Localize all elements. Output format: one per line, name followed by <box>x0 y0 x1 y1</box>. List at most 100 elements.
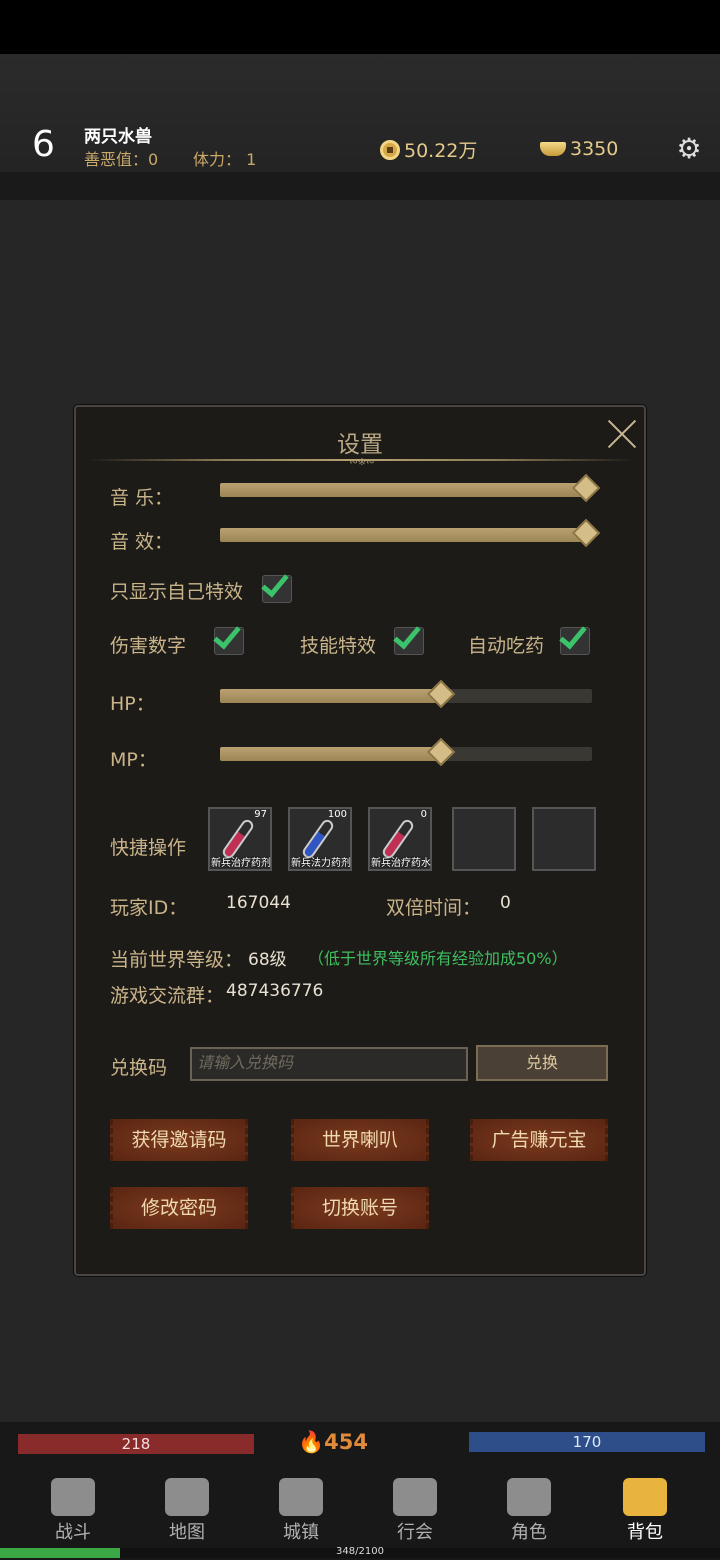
ad-earn-gold-button[interactable]: 广告赚元宝 <box>470 1119 608 1161</box>
xp-bar: 348/2100 <box>0 1546 720 1558</box>
header-shadow <box>0 172 720 200</box>
xp-text: 348/2100 <box>336 1546 384 1557</box>
book-map-icon <box>165 1478 209 1516</box>
only-self-effects-checkbox[interactable] <box>261 568 292 603</box>
close-icon[interactable] <box>606 417 638 449</box>
character-icon <box>507 1478 551 1516</box>
quick-slot-3[interactable]: 0 新兵治疗药水 <box>368 807 432 871</box>
quick-slot-1[interactable]: 97 新兵治疗药剂 <box>208 807 272 871</box>
checkmark-icon <box>559 620 587 650</box>
player-name: 两只水兽 <box>84 127 152 147</box>
combat-power-value: 454 <box>324 1430 368 1454</box>
checkmark-icon <box>261 568 289 598</box>
backpack-icon <box>623 1478 667 1516</box>
get-invite-code-button[interactable]: 获得邀请码 <box>110 1119 248 1161</box>
nav-town[interactable]: 城镇 <box>256 1478 346 1544</box>
nav-guild[interactable]: 行会 <box>370 1478 460 1544</box>
redeem-label: 兑换码 <box>110 1057 168 1079</box>
hp-slider-thumb[interactable] <box>426 679 456 709</box>
damage-numbers-label: 伤害数字 <box>110 635 187 657</box>
group-label: 游戏交流群： <box>110 985 225 1007</box>
music-slider-thumb[interactable] <box>571 473 601 503</box>
music-slider[interactable] <box>220 473 601 503</box>
crossed-swords-icon <box>51 1478 95 1516</box>
mp-threshold-label: MP： <box>110 749 157 771</box>
town-icon <box>279 1478 323 1516</box>
mp-slider-thumb[interactable] <box>426 737 456 767</box>
coin-display: 50.22万 <box>380 136 477 163</box>
checkmark-icon <box>393 620 421 650</box>
quick-slot-4[interactable] <box>452 807 516 871</box>
settings-panel: 设置 ∾※∾ 音 乐： 音 效： 只显示自己特效 伤害数字 技能特效 自动吃药 … <box>74 405 646 1276</box>
quick-slot-2[interactable]: 100 新兵法力药剂 <box>288 807 352 871</box>
player-id-value: 167044 <box>226 893 291 913</box>
quick-slot-5[interactable] <box>532 807 596 871</box>
sfx-slider-fill <box>220 528 588 542</box>
only-self-effects-label: 只显示自己特效 <box>110 581 244 603</box>
item-count: 0 <box>420 809 427 820</box>
player-level: 6 <box>32 124 55 165</box>
item-name: 新兵治疗药水 <box>371 858 431 869</box>
checkmark-icon <box>213 620 241 650</box>
double-time-label: 双倍时间： <box>386 897 482 919</box>
auto-potion-label: 自动吃药 <box>468 635 545 657</box>
hp-threshold-label: HP： <box>110 693 155 715</box>
quick-actions-label: 快捷操作 <box>110 837 187 859</box>
world-level-label: 当前世界等级： <box>110 949 244 971</box>
mp-slider-fill <box>220 747 443 761</box>
gold-display: 3350 <box>540 138 618 160</box>
sfx-label: 音 效： <box>110 531 174 553</box>
hp-slider-fill <box>220 689 443 703</box>
mp-threshold-slider[interactable] <box>220 737 592 767</box>
mp-bar: 170 <box>469 1432 705 1452</box>
guild-eye-icon <box>393 1478 437 1516</box>
switch-account-button[interactable]: 切换账号 <box>291 1187 429 1229</box>
coin-icon <box>380 139 400 160</box>
top-header: 6 两只水兽 善恶值：0 体力： 1 50.22万 3350 ⚙ <box>0 54 720 200</box>
hp-threshold-slider[interactable] <box>220 679 592 709</box>
bottom-bar: 218 🔥454 170 战斗 地图 城镇 行会 角色 背包 348/2100 <box>0 1422 720 1560</box>
world-level-value: 68级 <box>248 950 287 970</box>
sfx-slider[interactable] <box>220 518 601 548</box>
change-password-button[interactable]: 修改密码 <box>110 1187 248 1229</box>
item-count: 100 <box>327 809 347 820</box>
auto-potion-checkbox[interactable] <box>559 620 590 655</box>
item-name: 新兵治疗药剂 <box>211 858 271 869</box>
nav-battle[interactable]: 战斗 <box>28 1478 118 1544</box>
panel-title: 设置 <box>337 432 383 458</box>
music-slider-fill <box>220 483 588 497</box>
group-number: 487436776 <box>226 981 324 1001</box>
gold-amount: 3350 <box>570 138 619 160</box>
stamina-value: 体力： 1 <box>193 150 257 169</box>
redeem-code-input[interactable] <box>190 1047 468 1081</box>
title-ornament-icon: ∾※∾ <box>349 457 375 468</box>
skill-effects-checkbox[interactable] <box>393 620 424 655</box>
gold-ingot-icon <box>540 142 566 156</box>
damage-numbers-checkbox[interactable] <box>213 620 244 655</box>
world-level-note: （低于世界等级所有经验加成50%） <box>308 949 568 968</box>
redeem-button[interactable]: 兑换 <box>476 1045 608 1081</box>
item-name: 新兵法力药剂 <box>291 858 351 869</box>
flame-icon: 🔥 <box>298 1430 325 1454</box>
nav-map[interactable]: 地图 <box>142 1478 232 1544</box>
nav-label: 地图 <box>169 1522 205 1543</box>
nav-label: 城镇 <box>283 1522 319 1543</box>
status-bar <box>0 0 720 54</box>
double-time-value: 0 <box>500 893 511 913</box>
nav-character[interactable]: 角色 <box>484 1478 574 1544</box>
nav-label: 行会 <box>397 1522 433 1543</box>
nav-label: 角色 <box>511 1522 547 1543</box>
player-id-label: 玩家ID： <box>110 897 188 919</box>
nav-label: 背包 <box>627 1522 663 1543</box>
sfx-slider-thumb[interactable] <box>571 518 601 548</box>
nav-label: 战斗 <box>55 1522 91 1543</box>
world-horn-button[interactable]: 世界喇叭 <box>291 1119 429 1161</box>
nav-backpack[interactable]: 背包 <box>600 1478 690 1544</box>
combat-power: 🔥454 <box>298 1430 368 1455</box>
coin-amount: 50.22万 <box>404 140 478 162</box>
settings-gear-icon[interactable]: ⚙ <box>674 134 704 164</box>
skill-effects-label: 技能特效 <box>300 635 377 657</box>
item-count: 97 <box>254 809 267 820</box>
karma-value: 善恶值：0 <box>84 150 159 169</box>
hp-bar: 218 <box>18 1434 254 1454</box>
